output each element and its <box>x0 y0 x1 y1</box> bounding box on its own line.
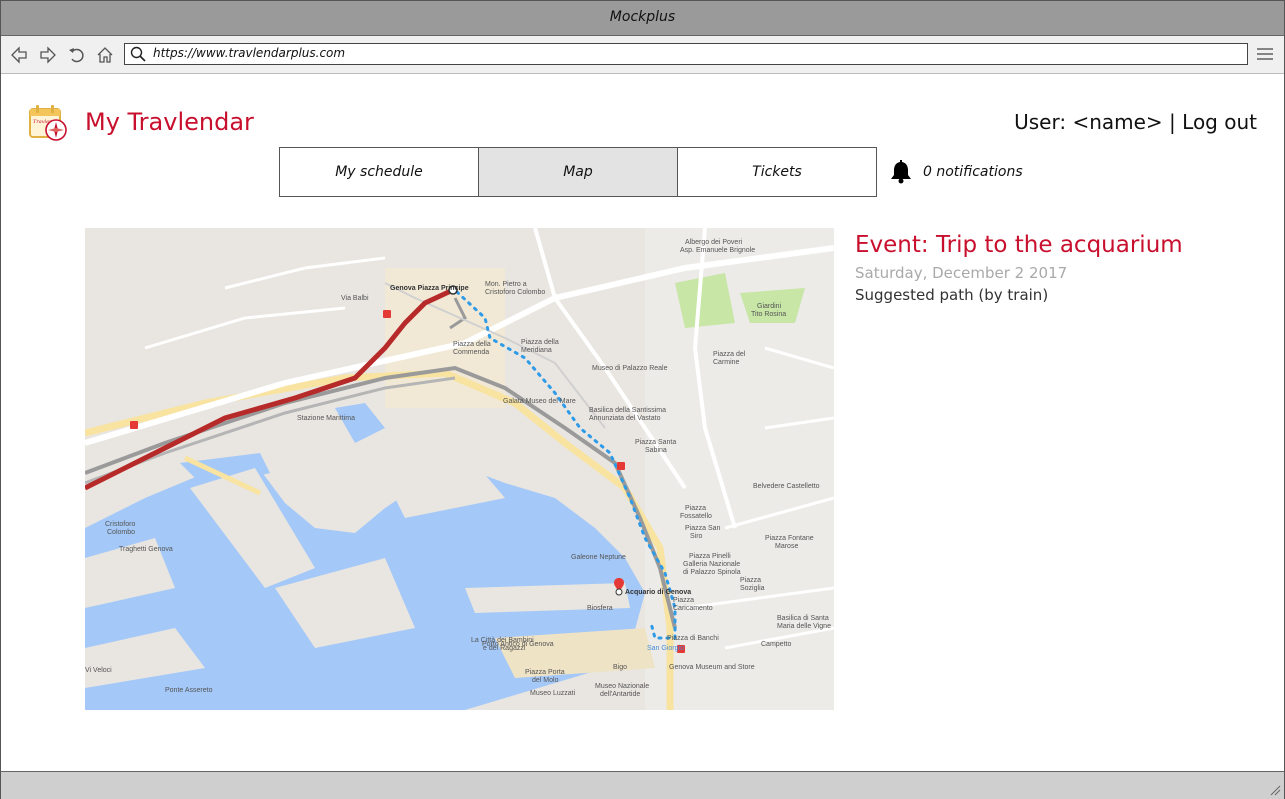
map-label: Belvedere Castelletto <box>753 483 820 490</box>
map-label: Cristoforo Colombo <box>485 289 545 296</box>
map-label: Museo Nazionale <box>595 683 649 690</box>
map-label: Colombo <box>107 529 135 536</box>
map-label: Piazza di Banchi <box>667 635 719 642</box>
map-label: Cristoforo <box>105 521 135 528</box>
app-logo[interactable]: Travlendar <box>27 103 69 143</box>
home-icon <box>97 47 113 63</box>
map-label: Acquario di Genova <box>625 589 691 596</box>
user-bar-separator: | <box>1169 110 1176 134</box>
map-label: Galleria Nazionale <box>683 561 740 568</box>
tab-map[interactable]: Map <box>478 147 678 197</box>
map-label: Piazza San <box>685 525 721 532</box>
browser-window: Mockplus https://www.travlendarplus.com <box>0 0 1285 799</box>
map-label: Caricamento <box>673 605 713 612</box>
map-label: Campetto <box>761 641 791 648</box>
map-canvas: Genova Piazza Principe Acquario di Genov… <box>85 228 834 710</box>
map-label: Piazza della <box>521 339 559 346</box>
map-label: Maria delle Vigne <box>777 623 831 630</box>
map-label: Genova Museum and Store <box>669 664 755 671</box>
map-label: e dei Ragazzi <box>483 645 526 652</box>
address-bar[interactable]: https://www.travlendarplus.com <box>124 43 1248 65</box>
map-label: Siro <box>690 533 703 540</box>
notifications-count[interactable]: 0 notifications <box>923 164 1023 180</box>
map-label: Bigo <box>613 664 627 671</box>
map-label: Asp. Emanuele Brignole <box>680 247 755 254</box>
map-label: del Molo <box>532 677 559 684</box>
map-label: Marose <box>775 543 798 550</box>
map-label: Museo di Palazzo Reale <box>592 365 668 372</box>
back-arrow-icon <box>11 46 27 64</box>
map-label: di Palazzo Spinola <box>683 569 741 576</box>
map-label: La Città dei Bambini <box>471 637 534 644</box>
tab-tickets[interactable]: Tickets <box>677 147 877 197</box>
back-button[interactable] <box>9 44 31 66</box>
browser-toolbar: https://www.travlendarplus.com <box>1 36 1284 74</box>
forward-arrow-icon <box>40 46 56 64</box>
map-label: Vi Veloci <box>85 667 112 674</box>
map-label: Meridiana <box>521 347 552 354</box>
reload-button[interactable] <box>66 44 88 66</box>
map-label: Stazione Marittima <box>297 415 355 422</box>
app-title: My Travlendar <box>85 108 254 136</box>
search-icon <box>130 46 146 62</box>
tab-my-schedule[interactable]: My schedule <box>279 147 479 197</box>
map-label: San Giorgio <box>647 645 684 652</box>
map-label: Soziglia <box>740 585 765 592</box>
main-tabs: My schedule Map Tickets <box>279 147 877 197</box>
map-label: Piazza del <box>713 351 746 358</box>
map-label: Basilica della Santissima <box>589 407 666 414</box>
map-label: Fossatello <box>680 513 712 520</box>
forward-button[interactable] <box>36 44 58 66</box>
map-label: Albergo dei Poveri <box>685 239 743 246</box>
map-label: Piazza Fontane <box>765 535 814 542</box>
map-label: Galeone Neptune <box>571 554 626 561</box>
map-label: Piazza della <box>453 341 491 348</box>
logout-link[interactable]: Log out <box>1182 110 1257 134</box>
map-label: Museo Luzzati <box>530 690 576 697</box>
calendar-compass-logo-icon: Travlendar <box>29 105 67 141</box>
user-name-label: User: <name> <box>1014 110 1163 134</box>
map-label: Traghetti Genova <box>119 546 173 553</box>
hamburger-menu-icon <box>1257 48 1273 60</box>
home-button[interactable] <box>94 44 116 66</box>
map-label: Mon. Pietro a <box>485 281 527 288</box>
notifications-button[interactable] <box>890 160 912 184</box>
map-label: Commenda <box>453 349 489 356</box>
map-label: Via Balbi <box>341 295 369 302</box>
map-label: Giardini <box>757 303 782 310</box>
event-date: Saturday, December 2 2017 <box>855 264 1068 282</box>
map-label: Piazza <box>740 577 761 584</box>
map-label: Genova Piazza Principe <box>390 285 469 292</box>
url-text: https://www.travlendarplus.com <box>153 46 346 60</box>
route-map[interactable]: Genova Piazza Principe Acquario di Genov… <box>85 228 834 710</box>
bell-icon <box>891 160 911 184</box>
map-label: Carmine <box>713 359 740 366</box>
event-title: Event: Trip to the acquarium <box>855 232 1183 258</box>
window-title: Mockplus <box>609 9 676 25</box>
map-label: Piazza <box>673 597 694 604</box>
map-label: Piazza Santa <box>635 439 676 446</box>
map-label: Tito Rosina <box>751 311 786 318</box>
map-label: Piazza Porta <box>525 669 565 676</box>
map-label: Sabina <box>645 447 667 454</box>
browser-menu-button[interactable] <box>1256 46 1274 62</box>
map-label: dell'Antartide <box>600 691 640 698</box>
status-bar <box>1 771 1284 799</box>
map-label: Annunziata del Vastato <box>589 415 661 422</box>
map-label: Basilica di Santa <box>777 615 829 622</box>
event-path-note: Suggested path (by train) <box>855 286 1049 304</box>
map-label: Biosfera <box>587 605 613 612</box>
reload-icon <box>69 48 84 63</box>
map-label: Ponte Assereto <box>165 687 213 694</box>
resize-grip-icon[interactable] <box>1269 784 1281 796</box>
page-content: Travlendar My Travlendar User: <name> | … <box>1 74 1284 770</box>
user-bar: User: <name> | Log out <box>1014 110 1257 134</box>
map-label: Piazza Pinelli <box>689 553 731 560</box>
map-label: Galata Museo del Mare <box>503 398 576 405</box>
window-titlebar: Mockplus <box>1 1 1284 36</box>
map-label: Piazza <box>685 505 706 512</box>
